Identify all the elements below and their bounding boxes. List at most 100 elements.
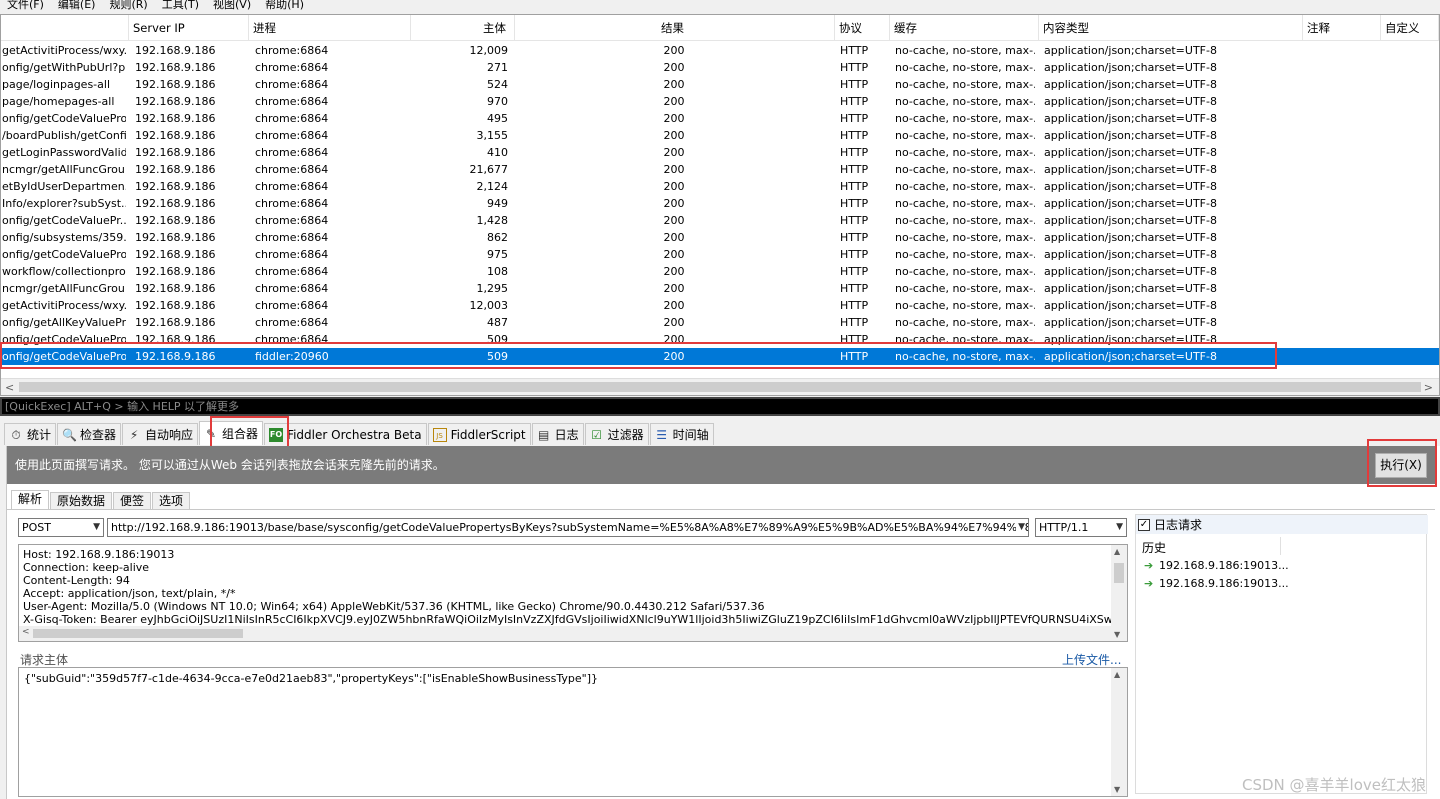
tab-checkbox-filter[interactable]: ☑ 过滤器	[584, 423, 649, 445]
cell-body: 862	[487, 231, 508, 244]
upload-file-link[interactable]: 上传文件...	[1062, 651, 1121, 668]
table-row[interactable]: onfig/getCodeValuePro... 192.168.9.186 chr…	[1, 246, 1439, 263]
table-row[interactable]: onfig/getCodeValuePro... 192.168.9.186 chr…	[1, 110, 1439, 127]
stopwatch-icon: ⏱	[11, 427, 21, 442]
scroll-left-arrow-icon[interactable]: <	[5, 381, 14, 394]
table-row-selected[interactable]: onfig/getCodeValuePro... 192.168.9.186 fid…	[1, 348, 1439, 365]
column-header-content-type[interactable]: 内容类型	[1039, 15, 1303, 41]
quickexec-bar[interactable]: [QuickExec] ALT+Q > 输入 HELP 以了解更多	[0, 397, 1440, 416]
table-row[interactable]: onfig/getWithPubUrl?p... 192.168.9.186 chr…	[1, 59, 1439, 76]
subtab[interactable]: 解析	[11, 490, 50, 510]
subtab[interactable]: 便签	[113, 492, 152, 510]
cell-url: Info/explorer?subSyst...	[2, 197, 126, 210]
tab-magnifier[interactable]: 🔍 检查器	[57, 423, 122, 445]
menu-item[interactable]: 编辑(E)	[51, 0, 103, 11]
table-row[interactable]: workflow/collectionproc... 192.168.9.186 c…	[1, 263, 1439, 280]
column-header-custom[interactable]: 自定义	[1381, 15, 1439, 41]
cell-body: 1,295	[476, 282, 509, 295]
column-header-cache[interactable]: 缓存	[890, 15, 1039, 41]
cell-ctype: application/json;charset=UTF-8	[1044, 248, 1217, 261]
history-item[interactable]: ➔ 192.168.9.186:19013...	[1144, 575, 1289, 592]
tab-stopwatch[interactable]: ⏱ 统计	[4, 423, 57, 445]
table-row[interactable]: getActivitiProcess/wxy... 192.168.9.186 ch…	[1, 42, 1439, 59]
log-requests-toggle[interactable]: ✓ 日志请求	[1136, 515, 1428, 534]
table-row[interactable]: /boardPublish/getConfi... 192.168.9.186 ch…	[1, 127, 1439, 144]
scroll-right-arrow-icon[interactable]: >	[1424, 381, 1433, 394]
table-row[interactable]: ncmgr/getAllFuncGrou... 192.168.9.186 chro…	[1, 161, 1439, 178]
cell-protocol: HTTP	[840, 146, 869, 159]
tab-compose-pencil[interactable]: ✎ 组合器	[199, 421, 264, 445]
table-row[interactable]: onfig/getCodeValuePr... 192.168.9.186 chro…	[1, 212, 1439, 229]
subtab[interactable]: 选项	[152, 492, 191, 510]
scroll-up-arrow-icon[interactable]: ▲	[1114, 670, 1120, 679]
cell-result: 200	[663, 299, 685, 312]
headers-vertical-scrollbar[interactable]: ▲ ▼	[1111, 545, 1127, 641]
tab-lightning[interactable]: ⚡ 自动响应	[122, 423, 199, 445]
tab-fo-badge[interactable]: FO Fiddler Orchestra Beta	[264, 423, 427, 445]
table-row[interactable]: getLoginPasswordValid... 192.168.9.186 chr…	[1, 144, 1439, 161]
cell-url: getActivitiProcess/wxy...	[2, 299, 126, 312]
column-header-server-ip[interactable]: Server IP	[129, 15, 249, 41]
column-header-protocol[interactable]: 协议	[835, 15, 890, 41]
table-row[interactable]: Info/explorer?subSyst... 192.168.9.186 chr…	[1, 195, 1439, 212]
column-header-url[interactable]	[1, 15, 129, 41]
subtab[interactable]: 原始数据	[50, 492, 113, 510]
cell-cache: no-cache, no-store, max-...	[895, 95, 1035, 108]
cell-ctype: application/json;charset=UTF-8	[1044, 146, 1217, 159]
scrollbar-thumb[interactable]	[1114, 563, 1124, 583]
column-header-process[interactable]: 进程	[249, 15, 411, 41]
headers-horizontal-scrollbar[interactable]: <	[19, 626, 1111, 641]
request-header-line: Connection: keep-alive	[23, 561, 150, 574]
table-row[interactable]: onfig/subsystems/359... 192.168.9.186 chro…	[1, 229, 1439, 246]
cell-protocol: HTTP	[840, 265, 869, 278]
menu-item[interactable]: 文件(F)	[0, 0, 51, 11]
menu-item[interactable]: 工具(T)	[155, 0, 206, 11]
cell-protocol: HTTP	[840, 129, 869, 142]
column-header-body[interactable]: 主体	[411, 15, 515, 41]
table-row[interactable]: getActivitiProcess/wxy... 192.168.9.186 ch…	[1, 297, 1439, 314]
subtab-divider	[7, 509, 1435, 510]
execute-button[interactable]: 执行(X)	[1375, 453, 1427, 478]
tab-script-js[interactable]: JS FiddlerScript	[427, 423, 531, 445]
cell-ip: 192.168.9.186	[135, 129, 216, 142]
cell-url: onfig/getAllKeyValuePr...	[2, 316, 126, 329]
menu-item[interactable]: 规则(R)	[102, 0, 154, 11]
column-header-comments[interactable]: 注释	[1303, 15, 1381, 41]
scroll-left-arrow-icon[interactable]: <	[22, 627, 30, 637]
http-method-select[interactable]: POST ▼	[18, 518, 104, 537]
cell-result: 200	[663, 78, 685, 91]
scroll-down-arrow-icon[interactable]: ▼	[1114, 785, 1120, 794]
cell-ip: 192.168.9.186	[135, 265, 216, 278]
table-row[interactable]: page/loginpages-all 192.168.9.186 chrome:6…	[1, 76, 1439, 93]
cell-result: 200	[663, 231, 685, 244]
session-list-horizontal-scrollbar[interactable]: < >	[1, 378, 1439, 395]
history-item[interactable]: ➔ 192.168.9.186:19013...	[1144, 557, 1289, 574]
cell-url: onfig/getCodeValuePro...	[2, 333, 126, 346]
menu-item[interactable]: 帮助(H)	[258, 0, 311, 11]
request-headers-textarea[interactable]: Host: 192.168.9.186:19013 Connection: kee…	[18, 544, 1128, 642]
tab-log-document[interactable]: ▤ 日志	[531, 423, 584, 445]
table-row[interactable]: page/homepages-all 192.168.9.186 chrome:68…	[1, 93, 1439, 110]
cell-body: 271	[487, 61, 508, 74]
table-row[interactable]: onfig/getCodeValuePro... 192.168.9.186 chr…	[1, 331, 1439, 348]
table-row[interactable]: ncmgr/getAllFuncGrou... 192.168.9.186 chro…	[1, 280, 1439, 297]
request-url-input[interactable]: http://192.168.9.186:19013/base/base/sys…	[107, 518, 1029, 537]
scrollbar-thumb[interactable]	[33, 629, 243, 638]
scroll-down-arrow-icon[interactable]: ▼	[1114, 630, 1120, 639]
request-body-textarea[interactable]: {"subGuid":"359d57f7-c1de-4634-9cca-e7e0…	[18, 667, 1128, 797]
body-vertical-scrollbar[interactable]: ▲ ▼	[1111, 668, 1127, 796]
cell-cache: no-cache, no-store, max-...	[895, 248, 1035, 261]
table-row[interactable]: onfig/getAllKeyValuePr... 192.168.9.186 ch…	[1, 314, 1439, 331]
table-row[interactable]: etByIdUserDepartmen... 192.168.9.186 chrom…	[1, 178, 1439, 195]
menu-item[interactable]: 视图(V)	[206, 0, 258, 11]
http-version-select[interactable]: HTTP/1.1 ▼	[1035, 518, 1127, 537]
tab-timeline[interactable]: ☰ 时间轴	[649, 423, 714, 445]
scrollbar-thumb[interactable]	[19, 382, 1421, 392]
log-requests-checkbox[interactable]: ✓	[1138, 518, 1150, 531]
cell-body: 970	[487, 95, 508, 108]
column-header-result[interactable]: 结果	[515, 15, 835, 41]
scroll-up-arrow-icon[interactable]: ▲	[1114, 547, 1120, 556]
cell-body: 410	[487, 146, 508, 159]
session-list[interactable]: Server IP 进程 主体 结果 协议 缓存 内容类型 注释 自定义 get…	[0, 14, 1440, 396]
composer-banner: 使用此页面撰写请求。 您可以通过从Web 会话列表拖放会话来克隆先前的请求。 执…	[7, 446, 1435, 484]
